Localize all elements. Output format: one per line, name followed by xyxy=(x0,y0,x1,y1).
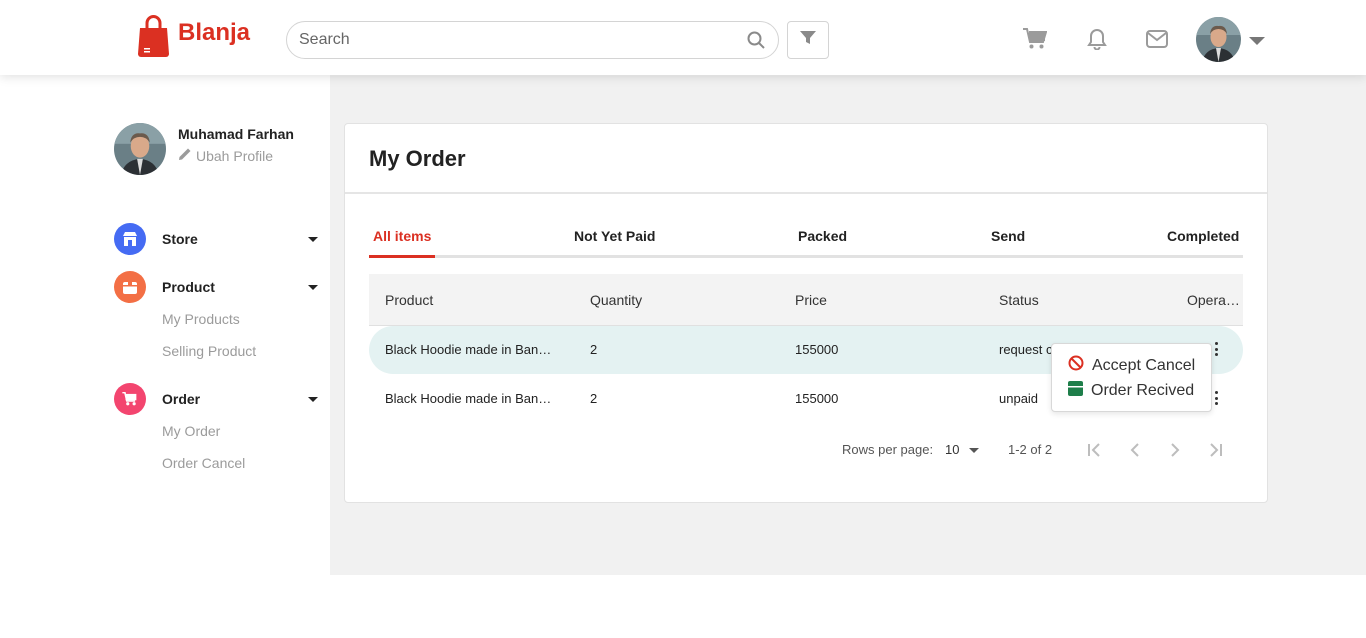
row-action-menu: Accept Cancel Order Recived xyxy=(1051,343,1212,412)
column-header-price[interactable]: Price xyxy=(795,292,827,308)
search-input[interactable] xyxy=(299,31,746,49)
search-bar xyxy=(286,21,779,59)
nav-store[interactable]: Store xyxy=(114,223,320,255)
nav-group-store: Store xyxy=(114,223,320,255)
nav-order[interactable]: Order xyxy=(114,383,320,415)
user-avatar[interactable] xyxy=(1196,17,1241,62)
nav-group-product: Product My Products Selling Product xyxy=(114,271,320,367)
chevron-down-icon xyxy=(308,236,318,242)
nav-my-order[interactable]: My Order xyxy=(162,415,320,447)
ban-icon xyxy=(1068,355,1084,376)
nav-my-products[interactable]: My Products xyxy=(162,303,320,335)
cell-quantity: 2 xyxy=(590,391,598,406)
rows-per-page-value: 10 xyxy=(945,442,960,457)
nav-order-label: Order xyxy=(162,391,201,407)
nav-selling-product[interactable]: Selling Product xyxy=(162,335,320,367)
bell-icon[interactable] xyxy=(1085,27,1109,51)
column-header-quantity[interactable]: Quantity xyxy=(590,292,642,308)
tab-all-items[interactable]: All items xyxy=(373,228,431,255)
order-card: My Order All items Not Yet Paid Packed S… xyxy=(344,123,1268,503)
pagination-range: 1-2 of 2 xyxy=(1008,442,1053,457)
nav-product[interactable]: Product xyxy=(114,271,320,303)
order-received-label: Order Recived xyxy=(1091,382,1195,399)
nav-group-order: Order My Order Order Cancel xyxy=(114,383,320,479)
rows-per-page-label: Rows per page: xyxy=(842,442,934,457)
column-header-operation[interactable]: Opera… xyxy=(1187,292,1240,308)
chevron-down-icon xyxy=(969,448,980,454)
more-vertical-icon[interactable] xyxy=(1214,391,1218,405)
order-tabs: All items Not Yet Paid Packed Send Compl… xyxy=(369,228,1243,258)
cart-icon xyxy=(114,383,146,415)
divider xyxy=(345,192,1267,194)
sidebar: Muhamad Farhan Ubah Profile Store Produc… xyxy=(0,75,330,575)
shopping-bag-icon xyxy=(137,14,170,58)
chevron-down-icon xyxy=(308,396,318,402)
previous-page-icon[interactable] xyxy=(1125,440,1145,460)
store-icon xyxy=(114,223,146,255)
search-icon[interactable] xyxy=(746,30,766,50)
edit-profile-label: Ubah Profile xyxy=(196,147,274,164)
cell-product: Black Hoodie made in Ban… xyxy=(385,391,552,406)
rows-per-page-select[interactable]: 10 xyxy=(945,442,980,457)
accept-cancel-menu-item[interactable]: Accept Cancel xyxy=(1068,355,1195,376)
more-vertical-icon[interactable] xyxy=(1214,342,1218,356)
first-page-icon[interactable] xyxy=(1085,440,1105,460)
cell-price: 155000 xyxy=(795,342,839,357)
last-page-icon[interactable] xyxy=(1205,440,1225,460)
tab-packed[interactable]: Packed xyxy=(798,228,847,255)
cell-status: request c xyxy=(999,342,1053,357)
active-tab-indicator xyxy=(369,255,435,258)
next-page-icon[interactable] xyxy=(1165,440,1185,460)
column-header-status[interactable]: Status xyxy=(999,292,1039,308)
tab-completed[interactable]: Completed xyxy=(1167,228,1239,255)
nav-store-label: Store xyxy=(162,231,198,247)
brand-name: Blanja xyxy=(178,19,251,46)
accept-cancel-label: Accept Cancel xyxy=(1092,356,1196,374)
tab-send[interactable]: Send xyxy=(991,228,1025,255)
cell-quantity: 2 xyxy=(590,342,598,357)
nav-order-cancel[interactable]: Order Cancel xyxy=(162,447,320,479)
page-title: My Order xyxy=(369,146,466,171)
tab-not-yet-paid[interactable]: Not Yet Paid xyxy=(574,228,655,255)
filter-button[interactable] xyxy=(787,21,829,59)
edit-profile-link[interactable]: Ubah Profile xyxy=(178,147,273,164)
cell-status: unpaid xyxy=(999,391,1039,406)
mail-icon[interactable] xyxy=(1145,27,1169,51)
box-icon xyxy=(1068,381,1083,401)
brand-logo[interactable]: Blanja xyxy=(137,14,250,58)
nav-product-label: Product xyxy=(162,279,215,295)
filter-icon xyxy=(800,30,816,50)
chevron-down-icon xyxy=(308,284,318,290)
top-navbar: Blanja xyxy=(0,0,1366,75)
column-header-product[interactable]: Product xyxy=(385,292,433,308)
table-header: Product Quantity Price Status Opera… xyxy=(369,274,1243,326)
cart-icon[interactable] xyxy=(1023,27,1047,51)
profile-avatar xyxy=(114,123,166,175)
package-icon xyxy=(114,271,146,303)
cell-product: Black Hoodie made in Ban… xyxy=(385,342,552,357)
cell-price: 155000 xyxy=(795,391,839,406)
profile-name: Muhamad Farhan xyxy=(178,126,294,142)
pencil-icon xyxy=(178,147,192,164)
chevron-down-icon[interactable] xyxy=(1249,37,1265,45)
order-received-menu-item[interactable]: Order Recived xyxy=(1068,381,1194,401)
